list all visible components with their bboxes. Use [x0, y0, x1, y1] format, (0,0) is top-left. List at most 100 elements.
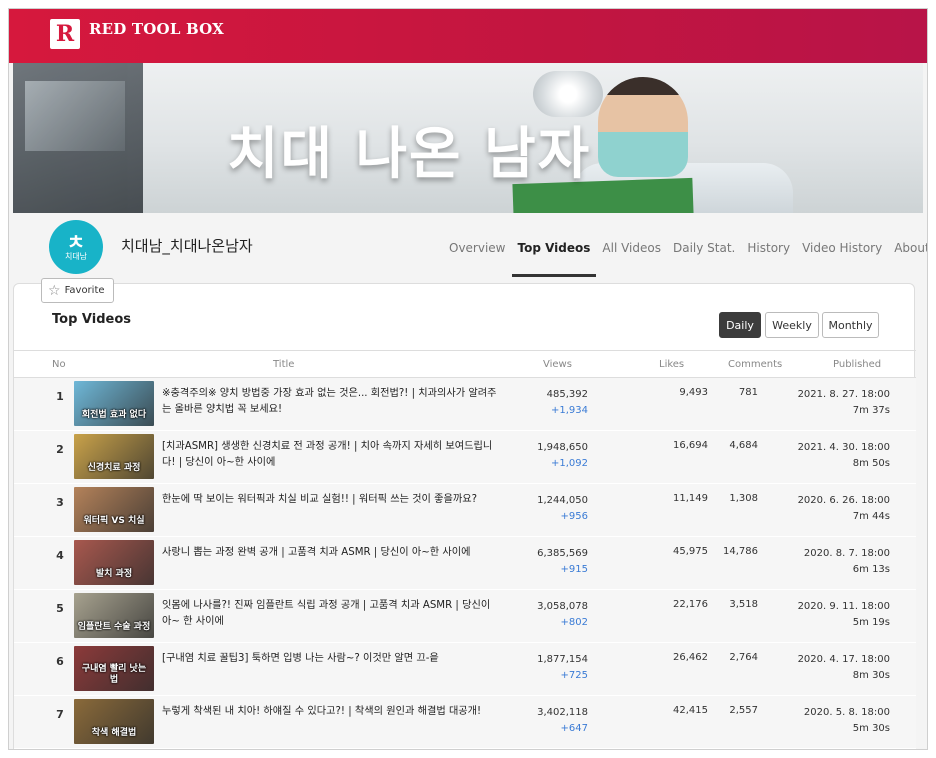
- video-duration: 8m 50s: [852, 458, 890, 469]
- likes-cell: 22,176: [673, 599, 708, 610]
- col-title: Title: [273, 359, 295, 370]
- comments-cell: 1,308: [729, 493, 758, 504]
- video-thumbnail[interactable]: 임플란트 수술 과정: [74, 593, 154, 638]
- video-title[interactable]: [치과ASMR] 생생한 신경치료 전 과정 공개! | 치아 속까지 자세히 …: [162, 439, 498, 471]
- views-total: 6,385,569: [537, 548, 588, 559]
- likes-cell: 11,149: [673, 493, 708, 504]
- video-duration: 8m 30s: [852, 670, 890, 681]
- row-number: 3: [56, 496, 64, 509]
- table-row[interactable]: 2 신경치료 과정 [치과ASMR] 생생한 신경치료 전 과정 공개! | 치아 …: [14, 431, 916, 484]
- likes-cell: 26,462: [673, 652, 708, 663]
- tab-all-videos[interactable]: All Videos: [596, 241, 667, 277]
- video-duration: 7m 37s: [852, 405, 890, 416]
- views-cell: 3,402,118 +647: [484, 705, 588, 737]
- table-row[interactable]: 6 구내염 빨리 낫는 법 [구내염 치료 꿀팁3] 툭하면 입병 나는 사람~? …: [14, 643, 916, 696]
- thumbnail-caption: 회전법 효과 없다: [81, 410, 147, 420]
- thumbnail-caption: 신경치료 과정: [87, 463, 141, 473]
- tab-top-videos[interactable]: Top Videos: [511, 241, 597, 277]
- tab-video-history[interactable]: Video History: [796, 241, 888, 277]
- comments-cell: 4,684: [729, 440, 758, 451]
- favorite-button[interactable]: ☆ Favorite: [41, 278, 114, 303]
- video-thumbnail[interactable]: 착색 해결법: [74, 699, 154, 744]
- col-views: Views: [543, 359, 572, 370]
- published-cell: 2020. 6. 26. 18:00 7m 44s: [774, 493, 890, 525]
- tab-about[interactable]: About: [888, 241, 927, 277]
- views-total: 485,392: [546, 389, 588, 400]
- avatar-glyph: ㅊ: [66, 230, 86, 254]
- views-delta: +1,934: [550, 405, 588, 416]
- row-number: 2: [56, 443, 64, 456]
- published-cell: 2020. 5. 8. 18:00 5m 30s: [774, 705, 890, 737]
- channel-name: 치대남_치대나온남자: [121, 237, 253, 255]
- table-row[interactable]: 3 워터픽 VS 치실 한눈에 딱 보이는 워터픽과 치실 비교 실험!! | 워터…: [14, 484, 916, 537]
- banner-xray-decoration: [13, 63, 143, 213]
- table-row[interactable]: 4 발치 과정 사랑니 뽑는 과정 완벽 공개 | 고품격 치과 ASMR | 당신…: [14, 537, 916, 590]
- published-cell: 2021. 8. 27. 18:00 7m 37s: [774, 387, 890, 419]
- video-duration: 5m 19s: [852, 617, 890, 628]
- channel-avatar: ㅊ 치대남: [49, 220, 103, 274]
- views-cell: 6,385,569 +915: [484, 546, 588, 578]
- video-thumbnail[interactable]: 신경치료 과정: [74, 434, 154, 479]
- views-delta: +647: [560, 723, 588, 734]
- thumbnail-caption: 임플란트 수술 과정: [77, 622, 151, 632]
- favorite-label: Favorite: [64, 285, 105, 296]
- row-number: 4: [56, 549, 64, 562]
- comments-cell: 2,764: [729, 652, 758, 663]
- video-duration: 6m 13s: [852, 564, 890, 575]
- table-header: No Title Views Likes Comments Published: [14, 350, 916, 378]
- video-title[interactable]: 한눈에 딱 보이는 워터픽과 치실 비교 실험!! | 워터픽 쓰는 것이 좋을…: [162, 492, 498, 508]
- views-cell: 1,244,050 +956: [484, 493, 588, 525]
- row-number: 6: [56, 655, 64, 668]
- views-cell: 1,948,650 +1,092: [484, 440, 588, 472]
- likes-cell: 9,493: [679, 387, 708, 398]
- channel-banner: 치대 나온 남자: [13, 63, 923, 213]
- row-number: 5: [56, 602, 64, 615]
- views-total: 1,244,050: [537, 495, 588, 506]
- views-delta: +802: [560, 617, 588, 628]
- col-no: No: [52, 359, 66, 370]
- published-date: 2020. 6. 26. 18:00: [797, 495, 890, 506]
- channel-tabs: Overview Top Videos All Videos Daily Sta…: [443, 241, 927, 277]
- logo-icon[interactable]: R: [50, 19, 80, 49]
- tab-history[interactable]: History: [741, 241, 796, 277]
- video-title[interactable]: [구내염 치료 꿀팁3] 툭하면 입병 나는 사람~? 이것만 알면 끄-읕: [162, 651, 498, 667]
- video-title[interactable]: 사랑니 뽑는 과정 완벽 공개 | 고품격 치과 ASMR | 당신이 아~한 …: [162, 545, 498, 561]
- table-row[interactable]: 7 착색 해결법 누렇게 착색된 내 치아! 하얘질 수 있다고?! | 착색의 원…: [14, 696, 916, 749]
- table-row[interactable]: 1 회전법 효과 없다 ※충격주의※ 양치 방법중 가장 효과 없는 것은... 회…: [14, 378, 916, 431]
- brand-name[interactable]: RED TOOL BOX: [89, 20, 224, 38]
- views-total: 1,948,650: [537, 442, 588, 453]
- views-delta: +1,092: [550, 458, 588, 469]
- video-thumbnail[interactable]: 발치 과정: [74, 540, 154, 585]
- tab-overview[interactable]: Overview: [443, 241, 512, 277]
- likes-cell: 16,694: [673, 440, 708, 451]
- video-thumbnail[interactable]: 구내염 빨리 낫는 법: [74, 646, 154, 691]
- published-date: 2020. 8. 7. 18:00: [803, 548, 890, 559]
- video-thumbnail[interactable]: 워터픽 VS 치실: [74, 487, 154, 532]
- video-title[interactable]: 잇몸에 나사를?! 진짜 임플란트 식립 과정 공개 | 고품격 치과 ASMR…: [162, 598, 498, 630]
- views-delta: +915: [560, 564, 588, 575]
- row-number: 1: [56, 390, 64, 403]
- video-title[interactable]: 누렇게 착색된 내 치아! 하얘질 수 있다고?! | 착색의 원인과 해결법 …: [162, 704, 498, 720]
- tab-daily-stat[interactable]: Daily Stat.: [667, 241, 741, 277]
- video-title[interactable]: ※충격주의※ 양치 방법중 가장 효과 없는 것은... 회전법?! | 치과의…: [162, 386, 498, 418]
- views-cell: 485,392 +1,934: [484, 387, 588, 419]
- comments-cell: 3,518: [729, 599, 758, 610]
- published-cell: 2021. 4. 30. 18:00 8m 50s: [774, 440, 890, 472]
- likes-cell: 42,415: [673, 705, 708, 716]
- app-frame: R RED TOOL BOX 치대 나온 남자 ㅊ 치대남 치대남_치대나온남자…: [8, 8, 928, 750]
- published-date: 2021. 4. 30. 18:00: [797, 442, 890, 453]
- views-total: 3,402,118: [537, 707, 588, 718]
- thumbnail-caption: 구내염 빨리 낫는 법: [81, 664, 147, 685]
- thumbnail-caption: 착색 해결법: [91, 728, 137, 738]
- published-date: 2021. 8. 27. 18:00: [797, 389, 890, 400]
- avatar-label: 치대남: [64, 252, 88, 261]
- monthly-button[interactable]: Monthly: [822, 312, 879, 338]
- views-delta: +725: [560, 670, 588, 681]
- table-row[interactable]: 5 임플란트 수술 과정 잇몸에 나사를?! 진짜 임플란트 식립 과정 공개 | …: [14, 590, 916, 643]
- weekly-button[interactable]: Weekly: [765, 312, 819, 338]
- views-delta: +956: [560, 511, 588, 522]
- views-total: 1,877,154: [537, 654, 588, 665]
- daily-button[interactable]: Daily: [719, 312, 761, 338]
- row-number: 7: [56, 708, 64, 721]
- video-thumbnail[interactable]: 회전법 효과 없다: [74, 381, 154, 426]
